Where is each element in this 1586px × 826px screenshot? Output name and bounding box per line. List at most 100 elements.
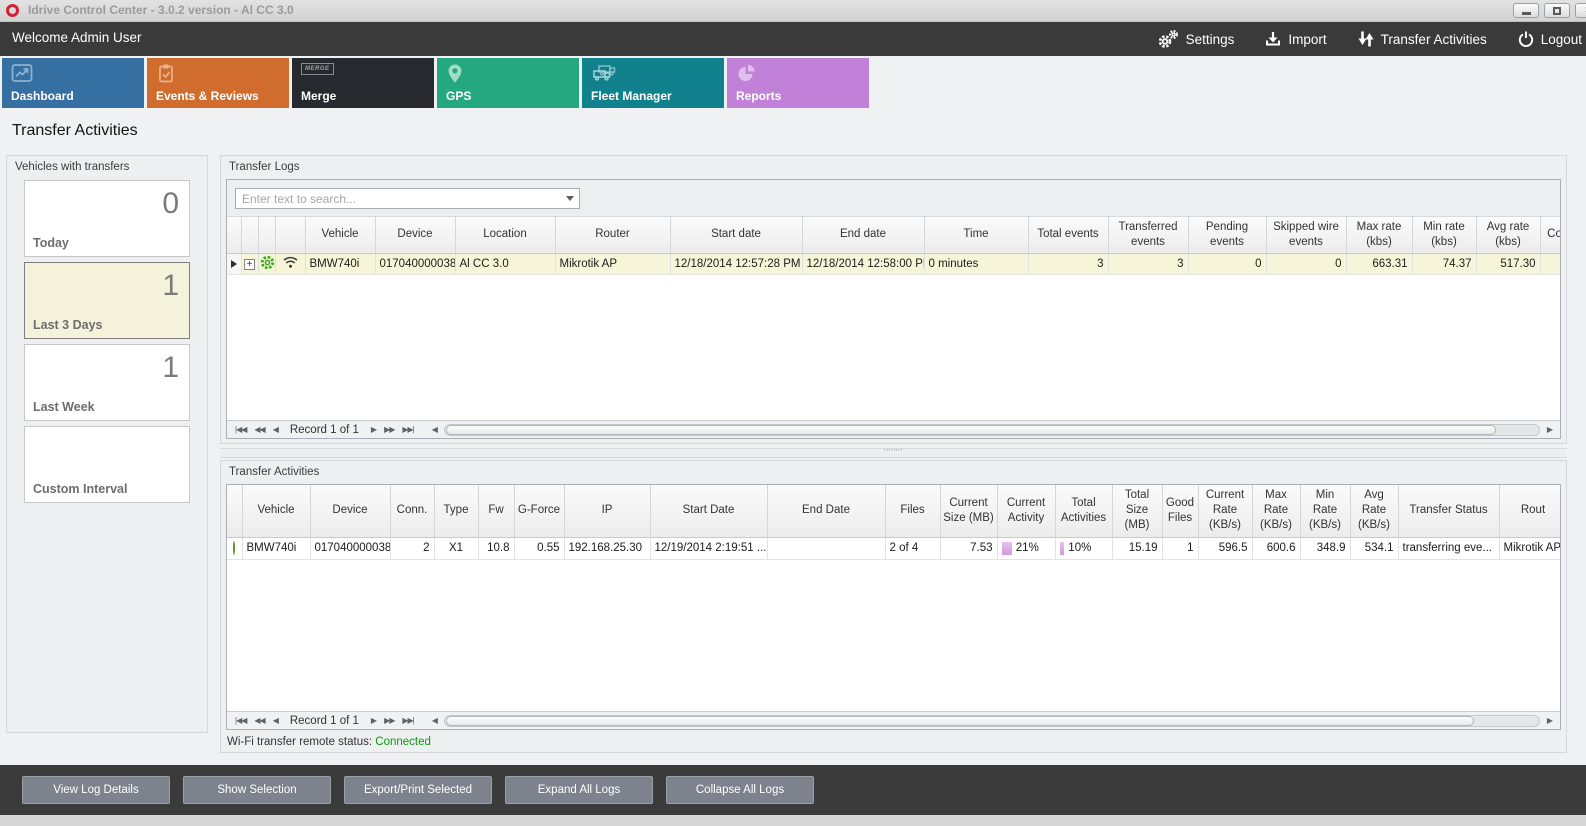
table-row[interactable]: + BMW740i xyxy=(227,253,1561,274)
transfer-activities-button[interactable]: Transfer Activities xyxy=(1357,30,1487,48)
show-selection-button[interactable]: Show Selection xyxy=(183,776,331,804)
tab-events-reviews[interactable]: Events & Reviews xyxy=(147,58,289,108)
col-header[interactable]: Type xyxy=(434,485,478,537)
close-button[interactable]: ✕ xyxy=(1575,3,1586,18)
col-header[interactable]: Location xyxy=(455,217,555,253)
hscroll-right-arrow[interactable]: ▶ xyxy=(1547,425,1552,434)
col-header[interactable]: Router xyxy=(555,217,670,253)
col-header[interactable]: Total Activities xyxy=(1055,485,1112,537)
tab-fleet-manager[interactable]: Fleet Manager xyxy=(582,58,724,108)
view-log-details-button[interactable]: View Log Details xyxy=(22,776,170,804)
hscroll-right-arrow[interactable]: ▶ xyxy=(1547,716,1552,725)
cell-current-activity: 21% xyxy=(997,537,1055,559)
col-header[interactable]: Conn. xyxy=(1540,217,1561,253)
horizontal-scrollbar[interactable] xyxy=(444,424,1540,436)
pager-last-button[interactable]: ▶▶| xyxy=(402,425,413,434)
search-row xyxy=(227,180,1560,217)
maximize-icon xyxy=(1553,7,1561,15)
col-header[interactable]: Transfer Status xyxy=(1398,485,1499,537)
pager-next-button[interactable]: ▶ xyxy=(371,425,376,434)
horizontal-scrollbar[interactable] xyxy=(444,715,1540,727)
col-header[interactable]: Min Rate (KB/s) xyxy=(1300,485,1350,537)
col-header[interactable]: End Date xyxy=(767,485,885,537)
pager-next-page-button[interactable]: ▶▶ xyxy=(384,425,394,434)
col-header[interactable]: IP xyxy=(564,485,650,537)
export-print-selected-button[interactable]: Export/Print Selected xyxy=(344,776,492,804)
col-header[interactable]: Device xyxy=(375,217,455,253)
chevron-down-icon xyxy=(566,196,574,201)
settings-button[interactable]: Settings xyxy=(1156,29,1235,49)
cell-start-date: 12/18/2014 12:57:28 PM xyxy=(670,253,802,274)
col-header[interactable]: Max rate (kbs) xyxy=(1346,217,1412,253)
cell-current-size: 7.53 xyxy=(940,537,997,559)
col-header[interactable]: End date xyxy=(802,217,924,253)
transfer-logs-grid: Vehicle Device Location Router Start dat… xyxy=(226,179,1561,439)
cell-end-date xyxy=(767,537,885,559)
tab-reports[interactable]: Reports xyxy=(727,58,869,108)
table-row[interactable]: BMW740i 017040000038 2 X1 10.8 0.55 192.… xyxy=(227,537,1561,559)
col-header[interactable]: Rout xyxy=(1499,485,1561,537)
tab-merge[interactable]: MERGE Merge xyxy=(292,58,434,108)
collapse-all-logs-button[interactable]: Collapse All Logs xyxy=(666,776,814,804)
col-header[interactable]: Avg rate (kbs) xyxy=(1476,217,1540,253)
hscroll-left-arrow[interactable]: ◀ xyxy=(432,716,437,725)
col-header[interactable]: Pending events xyxy=(1188,217,1266,253)
col-header[interactable]: Start Date xyxy=(650,485,767,537)
card-last-week[interactable]: 1 Last Week xyxy=(24,344,190,421)
col-header[interactable]: Files xyxy=(885,485,940,537)
col-header[interactable]: Skipped wire events xyxy=(1266,217,1346,253)
col-header[interactable]: Total events xyxy=(1028,217,1108,253)
splitter-grip-icon: '''''''' xyxy=(884,451,903,455)
col-header[interactable]: Good Files xyxy=(1162,485,1198,537)
scrollbar-thumb[interactable] xyxy=(446,425,1496,435)
pager-first-button[interactable]: |◀◀ xyxy=(235,425,246,434)
cell-location: Al CC 3.0 xyxy=(455,253,555,274)
minimize-button[interactable] xyxy=(1513,3,1539,18)
col-header[interactable]: Start date xyxy=(670,217,802,253)
search-input[interactable] xyxy=(236,189,579,208)
col-header[interactable]: Current Rate (KB/s) xyxy=(1198,485,1252,537)
col-header[interactable]: Vehicle xyxy=(242,485,310,537)
card-today[interactable]: 0 Today xyxy=(24,180,190,257)
pager-prev-page-button[interactable]: ◀◀ xyxy=(254,716,264,725)
scrollbar-thumb[interactable] xyxy=(446,716,1474,726)
cell-files: 2 of 4 xyxy=(885,537,940,559)
expand-cell[interactable]: + xyxy=(241,253,258,274)
tab-dashboard[interactable]: Dashboard xyxy=(2,58,144,108)
col-header[interactable]: Time xyxy=(924,217,1028,253)
col-header[interactable]: Conn. xyxy=(390,485,434,537)
pager-last-button[interactable]: ▶▶| xyxy=(402,716,413,725)
pager-prev-button[interactable]: ◀ xyxy=(273,716,278,725)
col-header[interactable]: G-Force xyxy=(514,485,564,537)
col-header[interactable]: Fw xyxy=(478,485,514,537)
tile-label: Dashboard xyxy=(11,89,74,103)
col-header[interactable]: Min rate (kbs) xyxy=(1412,217,1476,253)
col-header[interactable]: Vehicle xyxy=(305,217,375,253)
panel-splitter[interactable]: '''''''' xyxy=(220,448,1567,458)
hscroll-left-arrow[interactable]: ◀ xyxy=(432,425,437,434)
col-header[interactable]: Transferred events xyxy=(1108,217,1188,253)
transfer-logs-title: Transfer Logs xyxy=(229,161,300,173)
expand-all-logs-button[interactable]: Expand All Logs xyxy=(505,776,653,804)
card-last-3-days[interactable]: 1 Last 3 Days xyxy=(24,262,190,339)
pager-first-button[interactable]: |◀◀ xyxy=(235,716,246,725)
maximize-button[interactable] xyxy=(1544,3,1570,18)
tab-gps[interactable]: GPS xyxy=(437,58,579,108)
col-header[interactable]: Current Size (MB) xyxy=(940,485,997,537)
pager-prev-page-button[interactable]: ◀◀ xyxy=(254,425,264,434)
card-custom-interval[interactable]: Custom Interval xyxy=(24,426,190,503)
transfer-logs-table: Vehicle Device Location Router Start dat… xyxy=(227,217,1561,275)
col-header[interactable]: Current Activity xyxy=(997,485,1055,537)
search-dropdown-button[interactable] xyxy=(561,189,579,208)
col-header[interactable]: Total Size (MB) xyxy=(1112,485,1162,537)
pager-next-button[interactable]: ▶ xyxy=(371,716,376,725)
col-header[interactable]: Device xyxy=(310,485,390,537)
tile-label: Fleet Manager xyxy=(591,89,672,103)
pager-prev-button[interactable]: ◀ xyxy=(273,425,278,434)
expand-plus-icon[interactable]: + xyxy=(244,259,255,270)
pager-next-page-button[interactable]: ▶▶ xyxy=(384,716,394,725)
logout-button[interactable]: Logout xyxy=(1517,30,1582,48)
col-header[interactable]: Max Rate (KB/s) xyxy=(1252,485,1300,537)
col-header[interactable]: Avg Rate (KB/s) xyxy=(1350,485,1398,537)
import-button[interactable]: Import xyxy=(1264,30,1326,48)
